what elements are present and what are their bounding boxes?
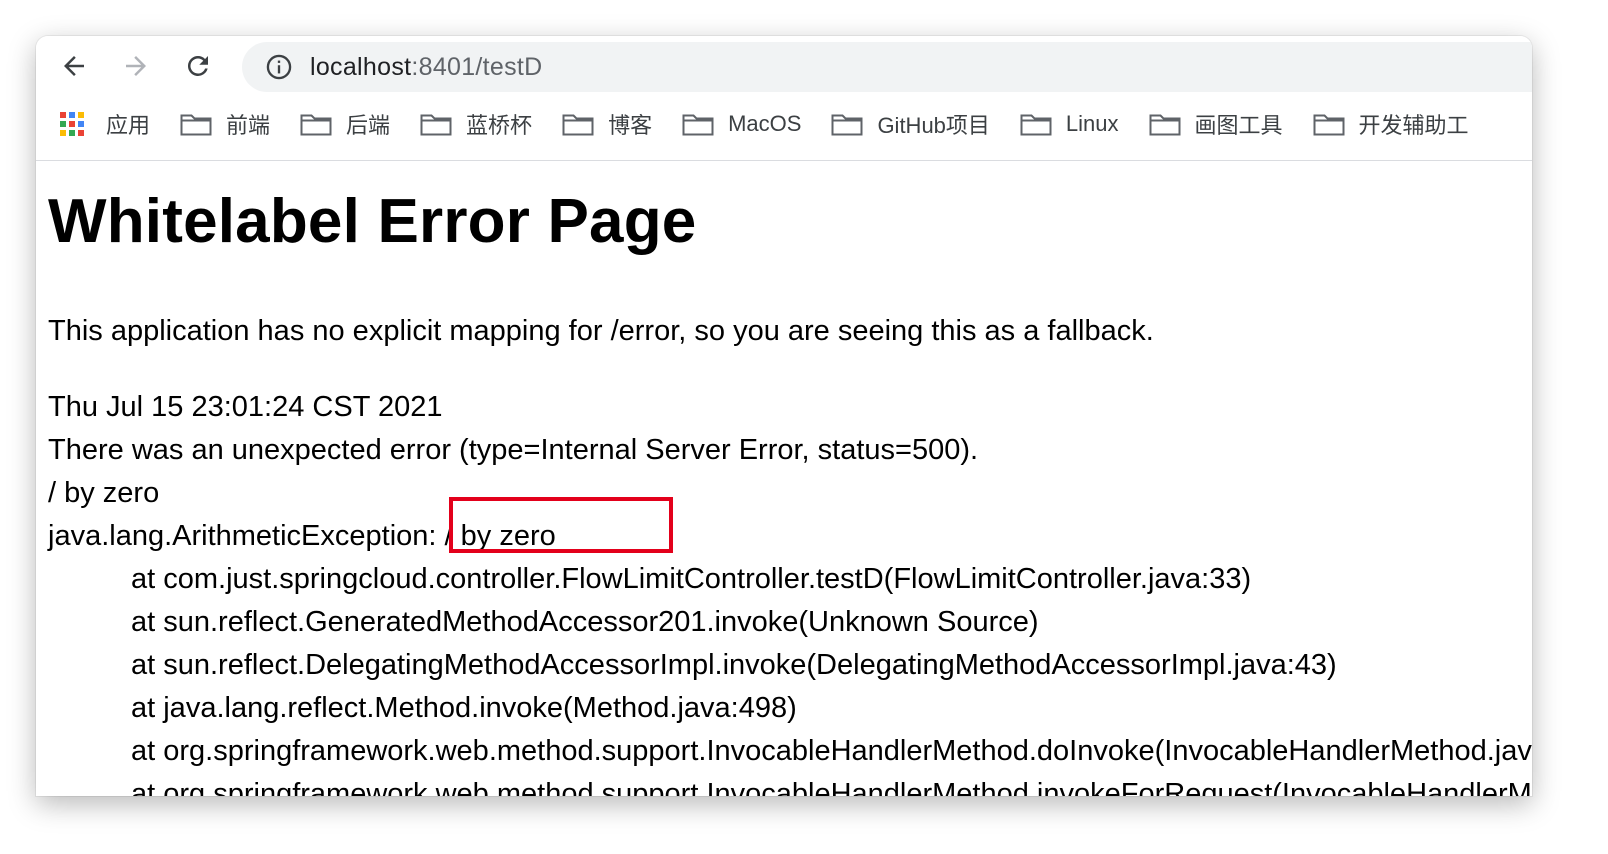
bookmark-label: 后端 <box>346 113 391 138</box>
back-button[interactable] <box>52 44 96 88</box>
back-arrow-icon <box>64 56 84 76</box>
bookmark-folder-macos[interactable]: MacOS <box>682 111 801 137</box>
bookmark-label: MacOS <box>728 111 802 136</box>
bookmark-folder-lanqiao[interactable]: 蓝桥杯 <box>420 108 532 140</box>
bookmark-label: 博客 <box>608 113 653 138</box>
stack-trace-line: at com.just.springcloud.controller.FlowL… <box>131 563 1252 595</box>
stack-trace-line: at java.lang.reflect.Method.invoke(Metho… <box>131 692 797 724</box>
folder-icon <box>831 111 863 137</box>
stack-trace-line: at sun.reflect.DelegatingMethodAccessorI… <box>131 649 1337 681</box>
address-bar[interactable]: localhost:8401/testD <box>242 42 1532 92</box>
browser-toolbar: localhost:8401/testD 应用 前端 后端 蓝桥杯 博客 Mac… <box>36 36 1532 161</box>
forward-arrow-icon <box>126 56 146 76</box>
stack-trace-line: at org.springframework.web.method.suppor… <box>131 735 1532 767</box>
folder-icon <box>1313 111 1345 137</box>
bookmark-label: 前端 <box>226 113 271 138</box>
bookmark-folder-dev-tools[interactable]: 开发辅助工 <box>1313 108 1469 140</box>
exception-line: java.lang.ArithmeticException: / by zero <box>48 520 556 552</box>
error-timestamp: Thu Jul 15 23:01:24 CST 2021 <box>48 391 443 423</box>
error-details: Thu Jul 15 23:01:24 CST 2021 There was a… <box>48 386 1532 796</box>
bookmark-folder-github[interactable]: GitHub项目 <box>831 108 990 140</box>
folder-icon <box>300 111 332 137</box>
error-short-message: / by zero <box>48 477 160 509</box>
error-status-line: There was an unexpected error (type=Inte… <box>48 434 979 466</box>
bookmarks-bar: 应用 前端 后端 蓝桥杯 博客 MacOS GitHub项目 Linux 画图工… <box>60 106 1499 142</box>
stack-trace-line: at org.springframework.web.method.suppor… <box>131 778 1532 796</box>
page-content: Whitelabel Error Page This application h… <box>36 161 1532 796</box>
forward-button[interactable] <box>114 44 158 88</box>
folder-icon <box>682 111 714 137</box>
stack-trace-line: at sun.reflect.GeneratedMethodAccessor20… <box>131 606 1039 638</box>
url-host: localhost <box>310 52 412 81</box>
folder-icon <box>180 111 212 137</box>
bookmark-label: 画图工具 <box>1194 113 1283 138</box>
bookmark-label: GitHub项目 <box>877 113 990 138</box>
bookmark-label: 应用 <box>106 113 151 138</box>
browser-window: localhost:8401/testD 应用 前端 后端 蓝桥杯 博客 Mac… <box>36 36 1532 796</box>
fallback-message: This application has no explicit mapping… <box>48 315 1154 347</box>
reload-button[interactable] <box>176 44 220 88</box>
url-path: :8401/testD <box>411 52 543 81</box>
bookmark-folder-blog[interactable]: 博客 <box>562 108 652 140</box>
folder-icon <box>562 111 594 137</box>
reload-icon <box>187 55 208 76</box>
page-title: Whitelabel Error Page <box>48 187 697 256</box>
bookmark-label: Linux <box>1065 111 1119 136</box>
apps-grid-icon <box>60 111 92 137</box>
folder-icon <box>1149 111 1181 137</box>
folder-icon <box>1020 111 1052 137</box>
bookmark-folder-backend[interactable]: 后端 <box>300 108 390 140</box>
bookmark-folder-frontend[interactable]: 前端 <box>180 108 270 140</box>
bookmark-label: 开发辅助工 <box>1358 113 1469 138</box>
bookmark-label: 蓝桥杯 <box>466 113 533 138</box>
folder-icon <box>420 111 452 137</box>
bookmark-folder-linux[interactable]: Linux <box>1020 111 1119 137</box>
url-text[interactable]: localhost:8401/testD <box>310 53 543 82</box>
bookmark-apps[interactable]: 应用 <box>60 108 150 140</box>
info-icon[interactable] <box>264 52 294 82</box>
bookmark-folder-drawing-tools[interactable]: 画图工具 <box>1149 108 1283 140</box>
